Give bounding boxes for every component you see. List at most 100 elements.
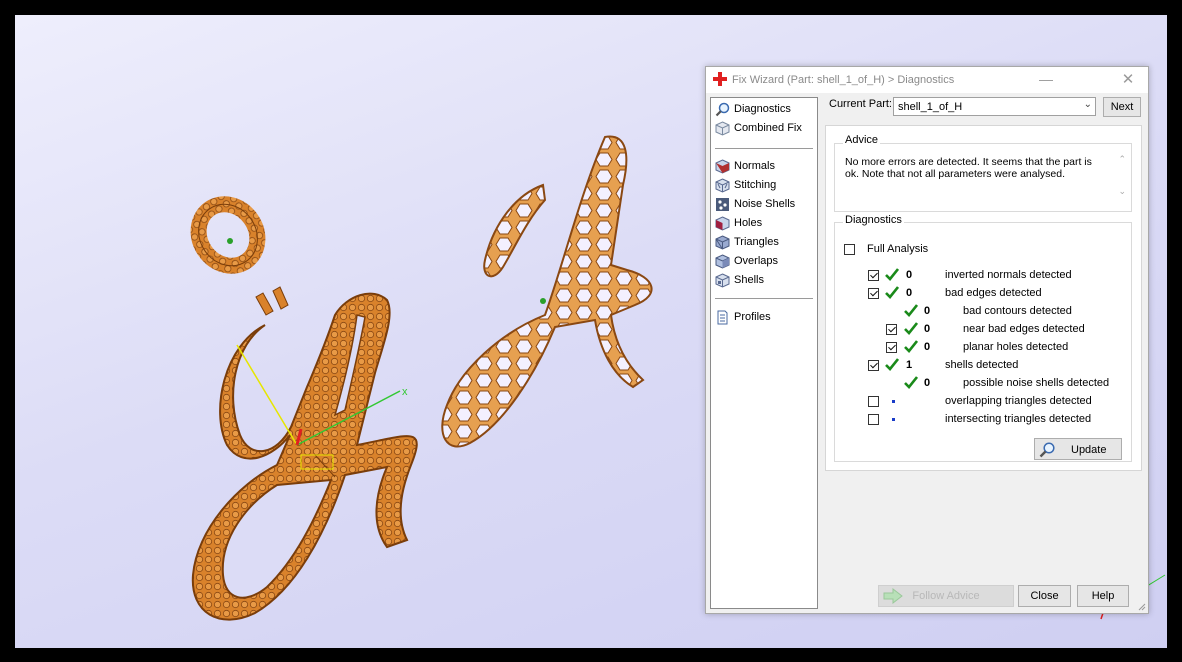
nav-label: Shells	[734, 274, 764, 286]
nav-item-normals[interactable]: Normals	[715, 157, 775, 175]
chevron-down-icon: ⌄	[1083, 99, 1092, 110]
ok-check-icon	[904, 376, 918, 389]
ok-check-icon	[885, 286, 899, 299]
near-bad-edges-count: 0	[924, 323, 931, 335]
bad-contours-count: 0	[924, 305, 931, 317]
bail-ring[interactable]	[187, 193, 270, 278]
nav-item-combined-fix[interactable]: Combined Fix	[715, 119, 802, 137]
magnifier-icon	[715, 102, 730, 116]
shells-label: shells detected	[945, 359, 1019, 371]
close-button[interactable]: Close	[1018, 585, 1071, 607]
ok-check-icon	[904, 322, 918, 335]
shells-count: 1	[906, 359, 913, 371]
advice-text: No more errors are detected. It seems th…	[845, 156, 1092, 180]
cube-icon	[715, 120, 730, 136]
window-title: Fix Wizard (Part: shell_1_of_H) > Diagno…	[732, 74, 955, 86]
nav-item-holes[interactable]: Holes	[715, 214, 762, 232]
beaded-letter-model[interactable]	[191, 292, 418, 621]
diagnostics-legend: Diagnostics	[843, 214, 904, 226]
nav-item-triangles[interactable]: Triangles	[715, 233, 779, 251]
overlaps-cube-icon	[715, 253, 730, 269]
stitching-cube-icon	[715, 177, 730, 193]
nav-item-stitching[interactable]: Stitching	[715, 176, 776, 194]
planar-holes-checkbox[interactable]	[886, 342, 897, 353]
full-analysis-label: Full Analysis	[867, 243, 929, 255]
nav-label: Triangles	[734, 236, 779, 248]
shells-checkbox[interactable]	[868, 360, 879, 371]
scroll-down-icon[interactable]: ⌄	[1118, 186, 1126, 197]
inverted-normals-count: 0	[906, 269, 913, 281]
nav-label: Stitching	[734, 179, 777, 191]
resize-grip-icon[interactable]	[1137, 602, 1146, 611]
planar-holes-label: planar holes detected	[963, 341, 1069, 353]
inverted-normals-label: inverted normals detected	[945, 269, 1072, 281]
noise-shells-count: 0	[924, 377, 931, 389]
nav-label: Diagnostics	[734, 103, 791, 115]
title-bar[interactable]: Fix Wizard (Part: shell_1_of_H) > Diagno…	[706, 67, 1148, 93]
nav-item-diagnostics[interactable]: Diagnostics	[715, 100, 791, 118]
x-axis-label: x	[402, 386, 408, 398]
noise-shells-label: possible noise shells detected	[963, 377, 1110, 389]
near-bad-edges-label: near bad edges detected	[963, 323, 1085, 335]
follow-advice-button[interactable]: Follow Advice	[878, 585, 1014, 607]
pending-dot-icon	[892, 418, 895, 421]
nav-label: Normals	[734, 160, 775, 172]
intersecting-triangles-label: intersecting triangles detected	[945, 413, 1092, 425]
near-bad-edges-checkbox[interactable]	[886, 324, 897, 335]
minimize-button[interactable]: —	[1036, 70, 1056, 90]
wizard-navigation: Diagnostics Combined Fix Normals Stitchi…	[710, 97, 818, 609]
planar-holes-count: 0	[924, 341, 931, 353]
advice-group: Advice No more errors are detected. It s…	[834, 134, 1132, 212]
update-label: Update	[1071, 444, 1107, 456]
update-button[interactable]: Update	[1034, 438, 1122, 460]
overlapping-triangles-label: overlapping triangles detected	[945, 395, 1092, 407]
nav-label: Profiles	[734, 311, 771, 323]
nav-item-overlaps[interactable]: Overlaps	[715, 252, 778, 270]
red-cross-icon	[713, 72, 727, 86]
honeycomb-letter-model[interactable]	[441, 135, 653, 448]
nav-label: Holes	[734, 217, 763, 229]
ok-check-icon	[885, 358, 899, 371]
screen: x Fix Wizard (Part: shell_1_of_H) > Diag…	[0, 0, 1182, 662]
current-part-select[interactable]: shell_1_of_H ⌄	[893, 97, 1096, 116]
arrow-right-icon	[883, 588, 903, 604]
diagnostics-group: Diagnostics Full Analysis 0 inverted nor…	[834, 214, 1132, 462]
noise-shells-icon	[716, 197, 729, 211]
nav-separator	[715, 148, 813, 149]
bad-edges-checkbox[interactable]	[868, 288, 879, 299]
diagnostics-panel: Advice No more errors are detected. It s…	[825, 125, 1142, 471]
magnifier-icon	[1039, 442, 1055, 458]
next-button[interactable]: Next	[1103, 97, 1141, 117]
document-icon	[717, 310, 728, 324]
nav-item-noise-shells[interactable]: Noise Shells	[715, 195, 795, 213]
ok-check-icon	[904, 304, 918, 317]
scroll-up-icon[interactable]: ⌃	[1118, 154, 1126, 165]
bad-edges-count: 0	[906, 287, 913, 299]
nav-item-profiles[interactable]: Profiles	[715, 308, 771, 326]
nav-item-shells[interactable]: Shells	[715, 271, 764, 289]
full-analysis-checkbox[interactable]	[844, 244, 855, 255]
ok-check-icon	[904, 340, 918, 353]
help-button[interactable]: Help	[1077, 585, 1129, 607]
intersecting-triangles-checkbox[interactable]	[868, 414, 879, 425]
triangles-cube-icon	[715, 234, 730, 250]
follow-advice-label: Follow Advice	[912, 590, 980, 602]
shells-cube-icon	[715, 272, 730, 288]
nav-label: Combined Fix	[734, 122, 802, 134]
current-part-value: shell_1_of_H	[898, 101, 963, 113]
nav-label: Noise Shells	[734, 198, 796, 210]
advice-legend: Advice	[843, 134, 881, 146]
nav-separator	[715, 298, 813, 299]
bad-edges-label: bad edges detected	[945, 287, 1042, 299]
close-window-button[interactable]: ✕	[1118, 70, 1138, 90]
pending-dot-icon	[892, 400, 895, 403]
bad-contours-label: bad contours detected	[963, 305, 1072, 317]
bail-connector[interactable]	[255, 286, 289, 316]
nav-label: Overlaps	[734, 255, 779, 267]
overlapping-triangles-checkbox[interactable]	[868, 396, 879, 407]
fix-wizard-dialog: Fix Wizard (Part: shell_1_of_H) > Diagno…	[705, 66, 1149, 614]
current-part-label: Current Part:	[829, 98, 892, 110]
holes-cube-icon	[715, 215, 730, 231]
inverted-normals-checkbox[interactable]	[868, 270, 879, 281]
ok-check-icon	[885, 268, 899, 281]
